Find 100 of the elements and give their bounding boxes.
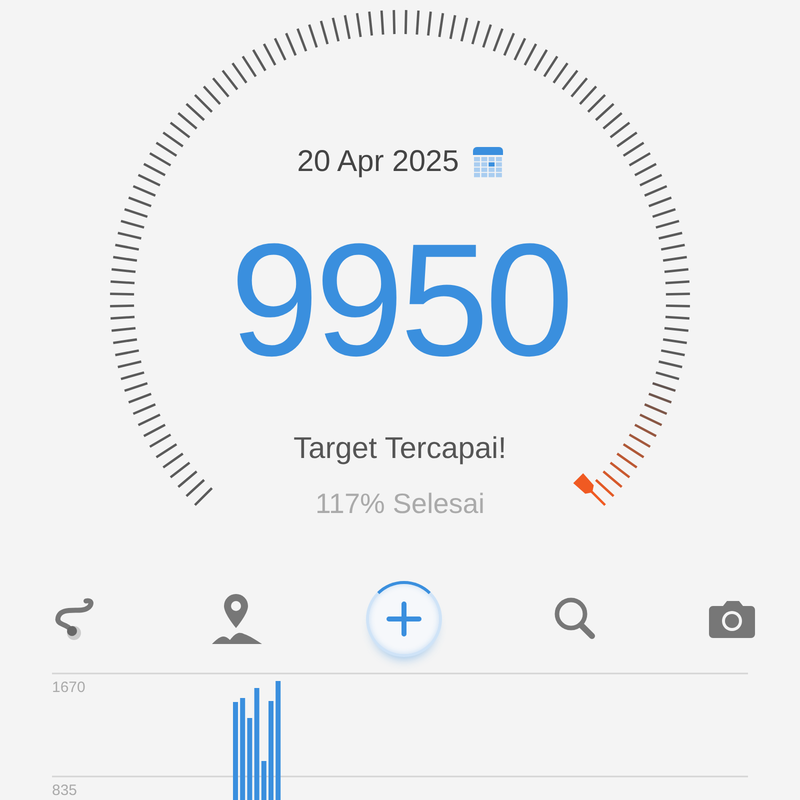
gauge-tick (120, 371, 144, 380)
gauge-tick (132, 403, 156, 415)
gauge-tick (110, 280, 135, 284)
gauge-tick (460, 18, 468, 42)
gauge-tick (115, 349, 140, 356)
gauge-tick (262, 43, 276, 66)
gauge-tick (356, 13, 362, 38)
calendar-icon[interactable] (472, 146, 503, 178)
gauge-tick (132, 185, 156, 197)
gauge-tick (656, 220, 680, 229)
gauge-tick (380, 10, 384, 35)
gauge-tick (118, 232, 142, 240)
axis-label: 1670 (52, 679, 86, 696)
gauge-tick (622, 142, 644, 157)
gauge-tick (194, 487, 213, 506)
gauge-tick (658, 360, 682, 368)
gauge-tick (252, 49, 266, 72)
plus-icon (386, 601, 422, 637)
gauge-tick (156, 443, 178, 458)
gauge-tick (587, 94, 606, 113)
gauge-tick (492, 28, 504, 52)
gauge-tick (639, 414, 662, 426)
gauge-tick (622, 443, 644, 458)
gauge-tick (652, 208, 676, 218)
camera-icon[interactable] (709, 600, 755, 638)
gauge-tick (610, 462, 630, 478)
gauge-tick (648, 392, 672, 404)
gauge-tick (320, 20, 329, 44)
gauge-tick (296, 28, 308, 52)
gauge-tick (274, 38, 286, 61)
gauge-tick (616, 452, 638, 468)
gauge-tick (112, 326, 136, 332)
gauge-tick (658, 232, 682, 240)
gauge-tick (285, 32, 297, 56)
gauge-tick (368, 12, 374, 36)
gauge-tick (222, 70, 238, 90)
gauge-tick (595, 479, 614, 498)
gauge-tick (138, 414, 161, 426)
gauge-tick (426, 12, 432, 36)
gauge-tick (344, 15, 351, 40)
gauge-tick (628, 434, 651, 448)
gauge-tick (610, 122, 630, 138)
date-label: 20 Apr 2025 (297, 145, 459, 179)
gauge-tick (178, 470, 198, 488)
gauge-tick (602, 112, 622, 130)
gauge-tick (115, 244, 140, 251)
gauge-tick (534, 49, 548, 72)
gauge-tick (438, 13, 444, 38)
gauge-tick (579, 86, 598, 105)
gauge-tick (666, 292, 690, 296)
gauge-tick (628, 152, 651, 166)
gauge-tick (514, 38, 526, 61)
gauge-tick (242, 56, 257, 78)
gauge-tick (162, 132, 184, 148)
gauge-tick (503, 32, 515, 56)
gauge-tick (232, 62, 248, 84)
gauge-tick (666, 304, 690, 308)
gauge-tick (449, 15, 456, 40)
gauge-tick (562, 70, 578, 90)
gauge-tick (570, 78, 588, 98)
gauge-tick (552, 62, 568, 84)
step-count: 9950 (230, 220, 570, 380)
gauge-tick (186, 479, 205, 498)
search-icon[interactable] (553, 596, 598, 642)
gauge-tick (112, 268, 136, 274)
gauge-tick (648, 196, 672, 208)
gauge-tick (149, 434, 172, 448)
gauge-tick (392, 10, 396, 34)
map-pin-icon[interactable] (210, 592, 264, 646)
gauge-tick (110, 316, 135, 320)
axis-label: 835 (52, 782, 78, 799)
gauge-tick (644, 185, 668, 197)
gauge-tick (110, 292, 134, 296)
gauge-tick (308, 24, 318, 48)
gauge-tick (202, 86, 221, 105)
gauge-tick (170, 122, 190, 138)
gauge-tick (660, 349, 685, 356)
gauge-tick (602, 470, 622, 488)
gauge-tick (110, 304, 134, 308)
progress-label: 117% Selesai (315, 488, 485, 520)
gauge-tick (664, 326, 688, 332)
gauge-tick (212, 78, 230, 98)
gauge-tick (644, 403, 668, 415)
gauge-tick (416, 10, 420, 35)
gauge-tick (660, 244, 685, 251)
gauge-tick (162, 452, 184, 468)
gauge-tick (113, 256, 138, 262)
gauge-tick (634, 424, 657, 438)
gauge-tick (124, 382, 148, 392)
gauge-tick (665, 316, 690, 320)
gauge-tick (118, 360, 142, 368)
gauge-tick (170, 462, 190, 478)
gauge-tick (128, 392, 152, 404)
gauge-tick (662, 338, 687, 344)
gauge-tick (656, 371, 680, 380)
gauge-tick (149, 152, 172, 166)
gauge-tick (194, 94, 213, 113)
gauge-tick (634, 162, 657, 176)
gauge-tick (156, 142, 178, 157)
gauge-tick (524, 43, 538, 66)
